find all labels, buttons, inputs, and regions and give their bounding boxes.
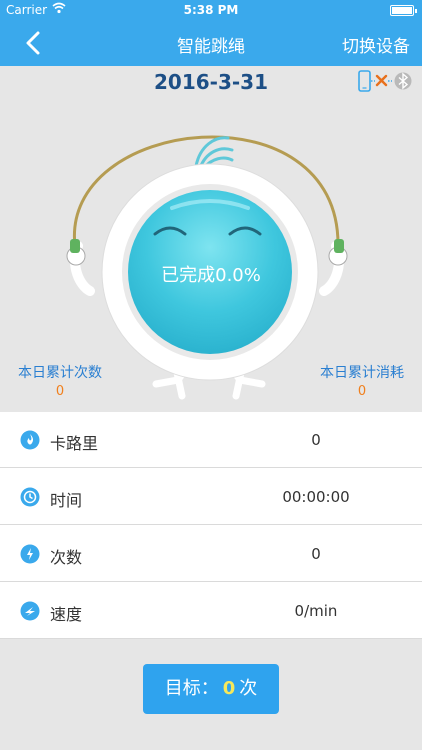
progress-text: 已完成0.0% [161, 265, 261, 286]
calorie-value: 0 [311, 431, 321, 449]
nav-bar: 智能跳绳 切换设备 [0, 20, 422, 66]
daily-count-label: 本日累计次数 [18, 365, 102, 381]
list-item-calorie: 卡路里 0 [0, 412, 422, 468]
calorie-label: 卡路里 [50, 434, 99, 453]
daily-burn-label: 本日累计消耗 [320, 365, 404, 381]
phone-icon [358, 70, 371, 92]
daily-burn-value: 0 [357, 384, 367, 399]
status-bar: Carrier 5:38 PM [0, 0, 422, 20]
switch-device-button[interactable]: 切换设备 [342, 32, 410, 57]
time-value: 00:00:00 [282, 488, 350, 506]
daily-count-stat: 本日累计次数 0 [10, 362, 110, 399]
device-status[interactable] [358, 70, 412, 92]
count-icon [20, 544, 40, 564]
battery-icon [390, 5, 417, 16]
speed-value: 0/min [294, 602, 338, 620]
list-item-speed: 速度 0/min [0, 583, 422, 639]
list-item-count: 次数 0 [0, 526, 422, 582]
goal-button[interactable]: 目标： 0 次 [143, 664, 279, 714]
speed-icon [20, 601, 40, 621]
clock-icon [20, 487, 40, 507]
goal-prefix: 目标： [164, 678, 219, 699]
status-time: 5:38 PM [183, 3, 239, 17]
goal-value: 0 [222, 678, 236, 699]
calorie-icon [20, 430, 40, 450]
daily-count-value: 0 [55, 384, 65, 399]
speed-label: 速度 [50, 605, 83, 624]
tuft-icon [194, 136, 234, 170]
daily-burn-stat: 本日累计消耗 0 [312, 362, 412, 399]
goal-suffix: 次 [239, 678, 258, 699]
metrics-list: 卡路里 0 时间 00:00:00 次数 0 速度 0/min [0, 412, 422, 639]
count-value: 0 [311, 545, 321, 563]
count-label: 次数 [50, 548, 83, 567]
list-item-time: 时间 00:00:00 [0, 469, 422, 525]
x-mark-icon [375, 74, 388, 87]
time-label: 时间 [50, 491, 83, 510]
bluetooth-icon [394, 72, 412, 90]
